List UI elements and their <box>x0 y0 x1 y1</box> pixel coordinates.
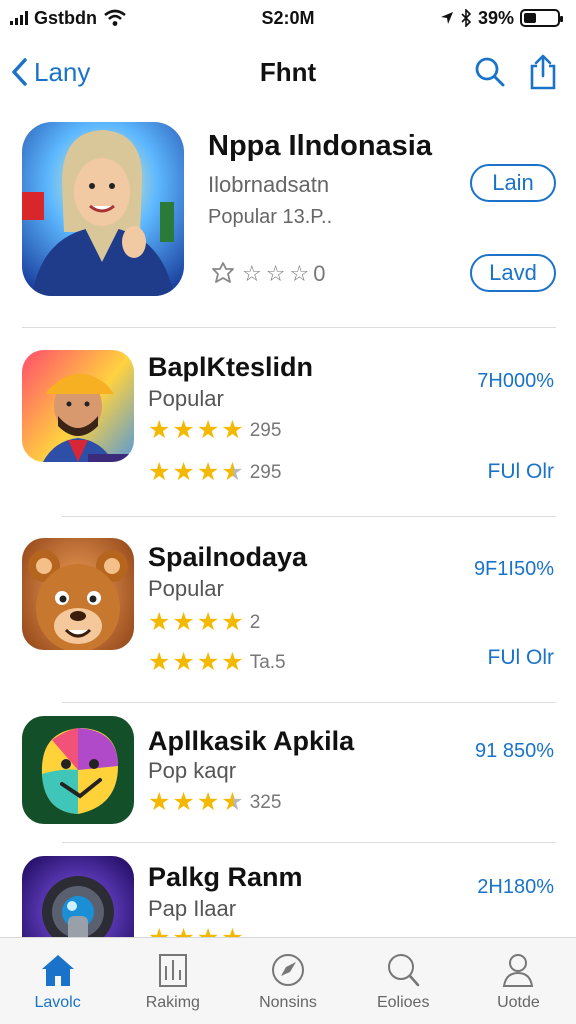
rating-count: Ta.5 <box>249 651 286 673</box>
star-icon: ★ <box>172 648 195 676</box>
search-icon[interactable] <box>474 56 506 88</box>
featured-app-subtitle: Ilobrnadsatn <box>208 172 330 197</box>
app-category: Pop kaqr <box>148 758 237 783</box>
app-title: BaplKteslidn <box>148 352 314 382</box>
star-icon: ★ <box>221 416 244 444</box>
tab-bar: Lavolc Rakimg Nonsins Eolioes Uotde <box>0 937 576 1024</box>
app-rating: ★ ★ ★ ★ 2 <box>148 610 260 635</box>
compass-icon <box>272 954 304 986</box>
app-action-button[interactable]: FUl Olr <box>488 460 555 484</box>
person-cap-icon <box>22 350 134 462</box>
camera-lens-icon <box>22 856 134 938</box>
app-rating: ★ ★ ★ ★ 295 <box>148 460 281 485</box>
tab-search[interactable]: Eolioes <box>346 938 461 1024</box>
divider <box>62 702 556 703</box>
app-price: 91 850% <box>475 740 554 762</box>
featured-get-button[interactable]: Lain <box>470 164 556 202</box>
star-icon: ★ <box>172 416 195 444</box>
speech-bubble-icon <box>212 262 234 283</box>
star-icon: ★ <box>148 648 171 676</box>
app-rating: ★ ★ ★ ★ 295 <box>148 418 281 443</box>
featured-secondary-button[interactable]: Lavd <box>470 254 556 292</box>
star-icon: ★ <box>172 788 195 816</box>
app-category: Pap Ilaar <box>148 896 237 921</box>
tab-profile[interactable]: Uotde <box>461 938 576 1024</box>
tab-rankings[interactable]: Rakimg <box>115 938 230 1024</box>
star-icon: ★ <box>221 648 244 676</box>
star-icon: ★ <box>148 458 171 486</box>
star-icon: ★ <box>148 608 171 636</box>
battery-percent: 39% <box>477 7 514 28</box>
chevron-left-icon <box>12 58 27 86</box>
list-item[interactable]: BaplKteslidn Popular ★ ★ ★ ★ 295 ★ ★ ★ ★ 295 7… <box>22 348 558 493</box>
bear-icon <box>22 538 134 650</box>
divider <box>22 327 556 328</box>
status-right: 39% <box>440 7 563 29</box>
featured-app[interactable]: Nppa Ilndonasia Ilobrnadsatn Popular 13.… <box>22 122 558 298</box>
star-outline-icon: ☆ <box>242 261 262 286</box>
location-arrow-icon <box>440 12 453 24</box>
app-price: 9F1I50% <box>473 558 554 580</box>
person-icon <box>503 954 534 987</box>
home-icon <box>41 955 74 986</box>
app-title: Spailnodaya <box>148 542 308 572</box>
featured-app-icon <box>22 122 184 296</box>
featured-rating-count: 0 <box>313 261 326 286</box>
app-price: 2H180% <box>477 876 554 898</box>
app-title: Palkg Ranm <box>148 862 303 892</box>
rating-count: 325 <box>249 791 282 813</box>
featured-rating: ☆ ☆ ☆ 0 <box>208 260 325 288</box>
tab-label: Eolioes <box>376 994 430 1011</box>
nav-actions <box>474 54 558 90</box>
star-outline-icon: ☆ <box>289 261 310 286</box>
status-bar: Gstbdn S2:0M 39% <box>0 0 576 36</box>
star-icon: ★ <box>196 648 220 676</box>
divider <box>62 516 556 517</box>
star-icon: ★ <box>148 416 171 444</box>
tab-label: Lavolc <box>34 994 81 1011</box>
star-icon: ★ <box>196 416 220 444</box>
featured-app-category: Popular 13.P.. <box>208 206 333 228</box>
nav-bar: Lany Fhnt <box>0 44 576 100</box>
star-icon: ★ <box>196 608 220 636</box>
search-icon <box>388 954 420 987</box>
share-icon[interactable] <box>528 54 558 90</box>
rating-count: 295 <box>249 419 282 441</box>
bluetooth-icon <box>461 9 472 27</box>
app-price: 7H000% <box>477 370 554 392</box>
colorful-face-icon <box>22 716 134 824</box>
star-half-icon: ★ <box>221 788 244 816</box>
list-item[interactable]: Palkg Ranm Pap Ilaar ★ ★ ★ ★ 2H180% <box>22 856 558 938</box>
app-category: Popular <box>148 576 224 601</box>
app-title: Apllkasik Apkila <box>148 726 355 756</box>
star-icon: ★ <box>196 788 220 816</box>
rating-count: 295 <box>249 461 282 483</box>
battery-icon <box>520 9 563 27</box>
divider <box>62 842 556 843</box>
star-icon: ★ <box>172 608 195 636</box>
star-icon: ★ <box>172 458 195 486</box>
star-icon: ★ <box>221 608 244 636</box>
app-action-button[interactable]: FUl Olr <box>488 646 555 670</box>
document-icon <box>158 954 187 987</box>
list-item[interactable]: Apllkasik Apkila Pop kaqr ★ ★ ★ ★ 325 91 85… <box>22 716 558 828</box>
app-rating: ★ ★ ★ ★ 325 <box>148 790 281 815</box>
star-icon: ★ <box>196 458 220 486</box>
featured-app-title: Nppa Ilndonasia <box>208 130 432 162</box>
tab-label: Uotde <box>497 994 540 1011</box>
star-half-icon: ★ <box>221 458 244 486</box>
back-button[interactable]: Lany <box>10 57 90 88</box>
app-rating: ★ ★ ★ ★ Ta.5 <box>148 650 286 675</box>
tab-label: Nonsins <box>259 994 317 1011</box>
battery-fill <box>524 13 537 23</box>
back-label: Lany <box>34 56 91 87</box>
tab-label: Rakimg <box>145 994 200 1011</box>
list-item[interactable]: Spailnodaya Popular ★ ★ ★ ★ 2 ★ ★ ★ ★ Ta.5 9F1… <box>22 538 558 678</box>
app-category: Popular <box>148 386 224 411</box>
star-icon: ★ <box>148 788 171 816</box>
rating-count: 2 <box>249 611 261 633</box>
star-outline-icon: ☆ <box>265 261 286 286</box>
tab-discover[interactable]: Nonsins <box>230 938 345 1024</box>
tab-home[interactable]: Lavolc <box>0 938 115 1024</box>
